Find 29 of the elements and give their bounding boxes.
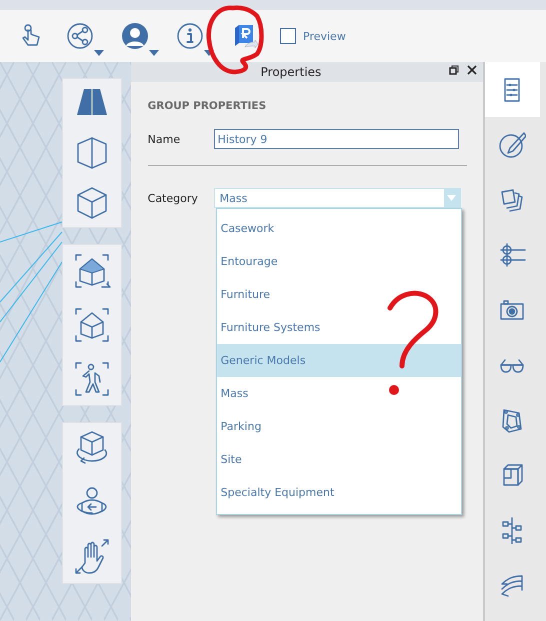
paint-brush-icon[interactable] <box>498 130 526 158</box>
preview-label: Preview <box>303 30 346 42</box>
dropdown-option[interactable]: Mass <box>216 377 461 410</box>
category-dropdown[interactable]: Mass <box>214 188 461 208</box>
dropdown-option[interactable]: Generic Models <box>216 344 461 377</box>
category-label: Category <box>148 192 199 204</box>
close-icon[interactable] <box>466 65 477 75</box>
dropdown-option[interactable]: Entourage <box>216 245 461 278</box>
share-icon[interactable] <box>66 22 94 50</box>
dropdown-option[interactable]: Furniture <box>216 278 461 311</box>
name-field[interactable]: History 9 <box>214 129 459 149</box>
caret-icon <box>447 195 456 201</box>
preview-checkbox[interactable] <box>280 28 296 44</box>
dropdown-arrow-icon[interactable] <box>149 50 159 56</box>
dropdown-option[interactable]: Specialty Equipment <box>216 476 461 509</box>
panel-title: Properties <box>260 65 322 79</box>
dropdown-option[interactable]: Furniture Systems <box>216 311 461 344</box>
section-heading: GROUP PROPERTIES <box>148 100 268 112</box>
levels-icon[interactable] <box>498 240 526 268</box>
user-icon[interactable] <box>120 22 148 50</box>
info-icon[interactable] <box>176 22 204 50</box>
dropdown-arrow-icon[interactable] <box>204 50 214 56</box>
dropdown-arrow-icon[interactable] <box>94 50 104 56</box>
dropdown-option[interactable]: Casework <box>216 212 461 245</box>
restore-icon[interactable] <box>448 65 459 75</box>
name-label: Name <box>148 132 182 146</box>
dropdown-option[interactable]: Parking <box>216 410 461 443</box>
dropdown-option[interactable]: Site <box>216 443 461 476</box>
sidebar-tab[interactable] <box>484 62 540 117</box>
